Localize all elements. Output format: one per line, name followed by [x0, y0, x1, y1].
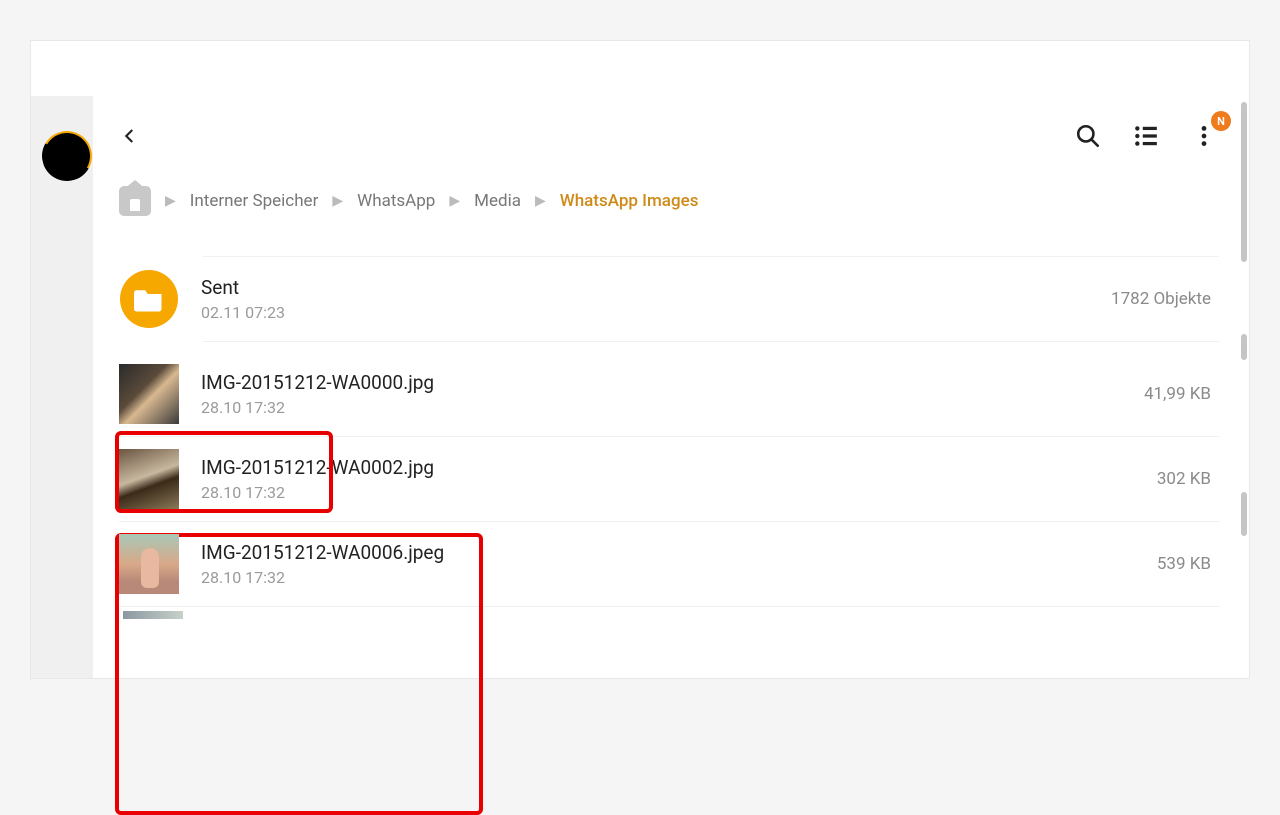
- view-list-button[interactable]: [1131, 121, 1161, 151]
- chevron-right-icon: ▶: [165, 193, 176, 209]
- breadcrumb-item[interactable]: Media: [474, 191, 521, 211]
- back-button[interactable]: [115, 121, 145, 151]
- folder-date: 02.11 07:23: [201, 303, 1111, 322]
- topbar: N: [115, 116, 1219, 156]
- search-button[interactable]: [1073, 121, 1103, 151]
- scrollbar-thumb[interactable]: [1241, 102, 1247, 262]
- breadcrumb-item[interactable]: WhatsApp: [357, 191, 435, 211]
- chevron-left-icon: [121, 127, 139, 145]
- file-manager-app: N ▶ Interner Speicher ▶ WhatsApp ▶ Media…: [31, 96, 1249, 678]
- avatar[interactable]: [36, 125, 97, 186]
- file-row[interactable]: IMG-20151212-WA0000.jpg 28.10 17:32 41,9…: [119, 352, 1219, 437]
- folder-icon: [120, 270, 178, 328]
- main-pane: N ▶ Interner Speicher ▶ WhatsApp ▶ Media…: [93, 96, 1249, 678]
- file-name: IMG-20151212-WA0006.jpeg: [201, 541, 1157, 564]
- home-icon[interactable]: [119, 186, 151, 216]
- folder-meta: 1782 Objekte: [1111, 289, 1219, 309]
- scrollbar[interactable]: [1241, 96, 1247, 678]
- file-row[interactable]: IMG-20151212-WA0002.jpg 28.10 17:32 302 …: [119, 437, 1219, 522]
- more-button[interactable]: N: [1189, 121, 1219, 151]
- file-name: IMG-20151212-WA0000.jpg: [201, 371, 1144, 394]
- file-size: 539 KB: [1157, 554, 1219, 574]
- list-view-icon: [1133, 123, 1159, 149]
- chevron-right-icon: ▶: [449, 193, 460, 209]
- notification-badge: N: [1211, 111, 1231, 131]
- file-date: 28.10 17:32: [201, 483, 1157, 502]
- scrollbar-thumb[interactable]: [1241, 492, 1247, 536]
- image-thumbnail: [119, 449, 179, 509]
- file-date: 28.10 17:32: [201, 568, 1157, 587]
- file-size: 41,99 KB: [1144, 384, 1219, 404]
- image-thumbnail: [123, 611, 183, 619]
- breadcrumb: ▶ Interner Speicher ▶ WhatsApp ▶ Media ▶…: [115, 186, 1219, 216]
- image-thumbnail: [119, 364, 179, 424]
- image-thumbnail: [119, 534, 179, 594]
- file-date: 28.10 17:32: [201, 398, 1144, 417]
- chevron-right-icon: ▶: [535, 193, 546, 209]
- search-icon: [1075, 123, 1101, 149]
- chevron-right-icon: ▶: [332, 193, 343, 209]
- breadcrumb-item-current[interactable]: WhatsApp Images: [560, 191, 699, 211]
- folder-name: Sent: [201, 276, 1111, 299]
- file-row[interactable]: IMG-20151212-WA0006.jpeg 28.10 17:32 539…: [119, 522, 1219, 607]
- breadcrumb-item[interactable]: Interner Speicher: [190, 191, 319, 211]
- left-rail: [31, 96, 93, 678]
- scrollbar-thumb[interactable]: [1241, 334, 1247, 360]
- file-size: 302 KB: [1157, 469, 1219, 489]
- file-name: IMG-20151212-WA0002.jpg: [201, 456, 1157, 479]
- folder-row[interactable]: Sent 02.11 07:23 1782 Objekte: [119, 257, 1219, 341]
